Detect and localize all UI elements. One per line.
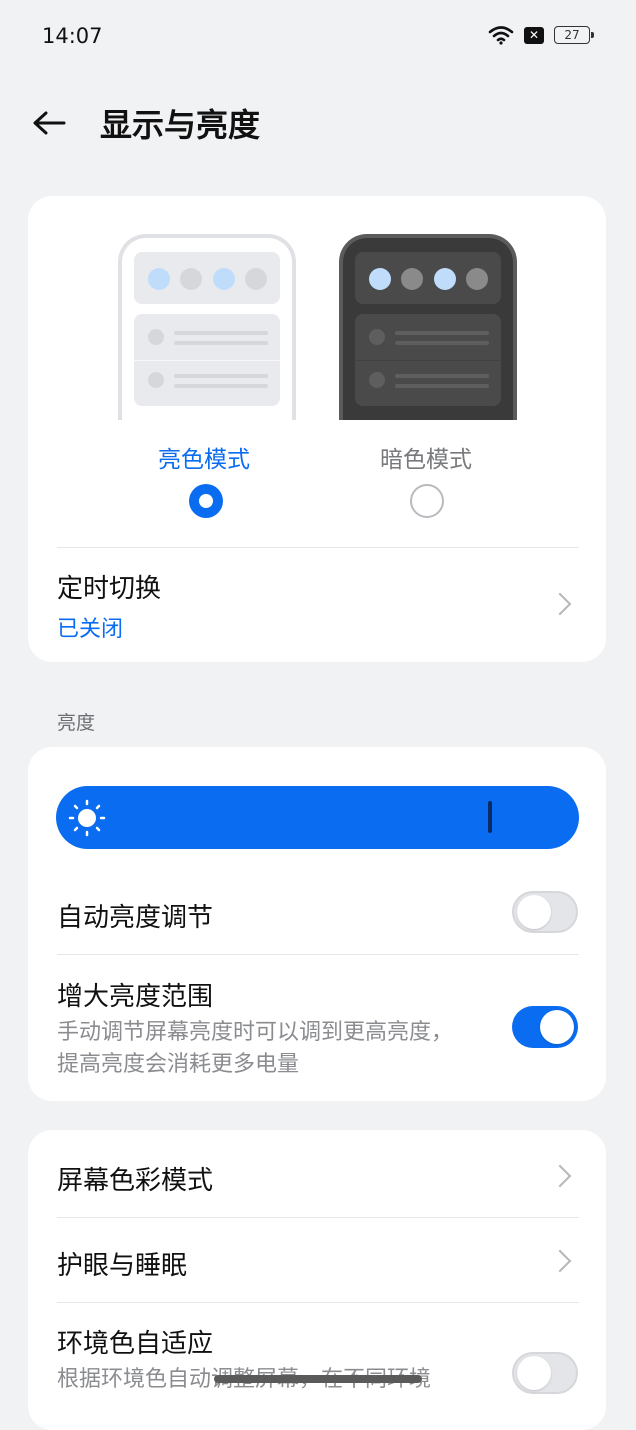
dark-mode-label[interactable]: 暗色模式 [380, 440, 472, 474]
schedule-switch-title: 定时切换 [57, 574, 162, 604]
light-mode-preview[interactable] [118, 234, 296, 420]
back-arrow-icon [33, 111, 66, 135]
auto-brightness-toggle[interactable] [512, 891, 578, 933]
schedule-switch-status: 已关闭 [57, 617, 124, 642]
schedule-switch-row[interactable]: 定时切换 已关闭 [28, 548, 606, 658]
no-sim-icon: ✕ [524, 26, 544, 44]
screen-color-mode-label: 屏幕色彩模式 [57, 1166, 214, 1196]
dark-mode-preview[interactable] [339, 234, 517, 420]
eye-sleep-label: 护眼与睡眠 [57, 1251, 188, 1281]
battery-indicator: 27 [554, 26, 594, 44]
light-mode-label[interactable]: 亮色模式 [158, 440, 250, 474]
wifi-icon [488, 26, 514, 45]
chevron-right-icon [548, 1164, 572, 1188]
ambient-color-toggle[interactable] [512, 1352, 578, 1394]
home-indicator[interactable] [214, 1375, 422, 1383]
light-mode-radio[interactable] [189, 484, 223, 518]
divider [57, 1302, 579, 1303]
ambient-color-label: 环境色自适应 [57, 1329, 214, 1359]
brightness-slider-thumb[interactable] [488, 801, 492, 833]
dark-mode-radio[interactable] [410, 484, 444, 518]
auto-brightness-label: 自动亮度调节 [57, 903, 214, 933]
status-time: 14:07 [42, 24, 103, 48]
brightness-slider[interactable] [56, 786, 579, 849]
brightness-section-label: 亮度 [57, 712, 96, 734]
sun-icon [68, 799, 106, 837]
chevron-right-icon [548, 592, 572, 616]
eye-sleep-row[interactable]: 护眼与睡眠 [28, 1218, 606, 1302]
chevron-right-icon [548, 1249, 572, 1273]
screen-color-mode-row[interactable]: 屏幕色彩模式 [28, 1132, 606, 1218]
extend-brightness-toggle[interactable] [512, 1006, 578, 1048]
status-icons: ✕ 27 [488, 25, 594, 45]
extend-brightness-description: 手动调节屏幕亮度时可以调到更高亮度，提高亮度会消耗更多电量 [57, 1020, 454, 1077]
page-title: 显示与亮度 [100, 106, 261, 144]
divider [57, 954, 579, 955]
back-button[interactable] [30, 104, 70, 144]
extend-brightness-label: 增大亮度范围 [57, 982, 214, 1012]
